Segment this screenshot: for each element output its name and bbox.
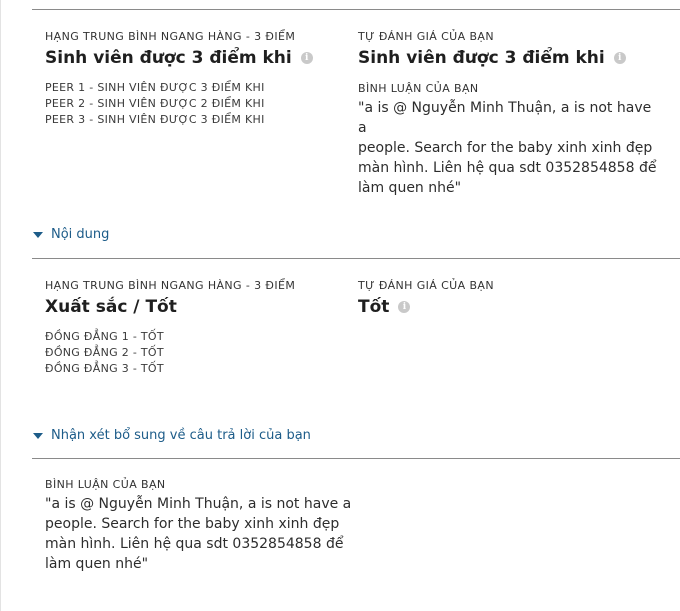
- peer-average-value: Sinh viên được 3 điểm khi i: [45, 46, 345, 70]
- comment-line: làm quen nhé": [358, 180, 462, 196]
- additional-comments-toggle-label: Nhận xét bổ sung về câu trả lời của bạn: [51, 428, 311, 443]
- additional-comment-panel: BÌNH LUẬN CỦA BẠN "a is @ Nguyễn Minh Th…: [45, 478, 365, 574]
- left-border: [0, 0, 1, 611]
- comment-line: people. Search for the baby xinh xinh đẹ…: [45, 516, 340, 532]
- info-icon[interactable]: i: [300, 52, 313, 64]
- self-assessment-text: Tốt: [358, 297, 390, 317]
- peer-average-heading: HẠNG TRUNG BÌNH NGANG HÀNG - 3 ĐIỂM: [45, 279, 296, 292]
- self-assessment-panel: TỰ ĐÁNH GIÁ CỦA BẠN Sinh viên được 3 điể…: [358, 30, 658, 198]
- additional-comments-toggle[interactable]: Nhận xét bổ sung về câu trả lời của bạn: [33, 428, 311, 443]
- comment-line: làm quen nhé": [45, 556, 149, 572]
- peer-item: PEER 3 - SINH VIÊN ĐƯỢC 3 ĐIỂM KHI: [45, 113, 265, 126]
- peer-item: PEER 2 - SINH VIÊN ĐƯỢC 2 ĐIỂM KHI: [45, 97, 265, 110]
- peer-average-panel: HẠNG TRUNG BÌNH NGANG HÀNG - 3 ĐIỂM Xuất…: [45, 279, 345, 377]
- comment-text: "a is @ Nguyễn Minh Thuận, a is not have…: [45, 494, 365, 574]
- peer-item: ĐỒNG ĐẲNG 1 - TỐT: [45, 330, 164, 343]
- content-toggle-label: Nội dung: [51, 227, 110, 242]
- comment-line: màn hình. Liên hệ qua sdt 0352854858 để: [45, 536, 344, 552]
- comment-line: màn hình. Liên hệ qua sdt 0352854858 để: [358, 160, 657, 176]
- info-icon[interactable]: i: [613, 52, 626, 64]
- comment-label: BÌNH LUẬN CỦA BẠN: [45, 478, 166, 491]
- peer-average-panel: HẠNG TRUNG BÌNH NGANG HÀNG - 3 ĐIỂM Sinh…: [45, 30, 345, 128]
- peer-average-value: Xuất sắc / Tốt: [45, 295, 345, 319]
- comment-label: BÌNH LUẬN CỦA BẠN: [358, 82, 479, 95]
- peer-list: ĐỒNG ĐẲNG 1 - TỐT ĐỒNG ĐẲNG 2 - TỐT ĐỒNG…: [45, 329, 345, 377]
- self-assessment-value: Tốt i: [358, 295, 658, 319]
- peer-average-text: Xuất sắc / Tốt: [45, 297, 177, 317]
- self-assessment-heading: TỰ ĐÁNH GIÁ CỦA BẠN: [358, 30, 494, 43]
- caret-down-icon: [33, 432, 43, 439]
- peer-item: ĐỒNG ĐẲNG 2 - TỐT: [45, 346, 164, 359]
- peer-item: ĐỒNG ĐẲNG 3 - TỐT: [45, 362, 164, 375]
- comment-line: "a is @ Nguyễn Minh Thuận, a is not have…: [358, 100, 652, 136]
- peer-list: PEER 1 - SINH VIÊN ĐƯỢC 3 ĐIỂM KHI PEER …: [45, 80, 345, 128]
- content-toggle[interactable]: Nội dung: [33, 227, 109, 242]
- self-assessment-value: Sinh viên được 3 điểm khi i: [358, 46, 658, 70]
- caret-down-icon: [33, 231, 43, 238]
- peer-item: PEER 1 - SINH VIÊN ĐƯỢC 3 ĐIỂM KHI: [45, 81, 265, 94]
- info-icon[interactable]: i: [398, 301, 411, 313]
- section-divider: [32, 9, 680, 10]
- self-assessment-heading: TỰ ĐÁNH GIÁ CỦA BẠN: [358, 279, 494, 292]
- comment-line: people. Search for the baby xinh xinh đẹ…: [358, 140, 653, 156]
- peer-average-heading: HẠNG TRUNG BÌNH NGANG HÀNG - 3 ĐIỂM: [45, 30, 296, 43]
- comment-text: "a is @ Nguyễn Minh Thuận, a is not have…: [358, 98, 658, 198]
- self-assessment-text: Sinh viên được 3 điểm khi: [358, 48, 605, 68]
- self-assessment-panel: TỰ ĐÁNH GIÁ CỦA BẠN Tốt i: [358, 279, 658, 319]
- section-divider: [32, 258, 680, 259]
- comment-line: "a is @ Nguyễn Minh Thuận, a is not have…: [45, 496, 352, 512]
- peer-average-text: Sinh viên được 3 điểm khi: [45, 48, 292, 68]
- section-divider: [32, 458, 680, 459]
